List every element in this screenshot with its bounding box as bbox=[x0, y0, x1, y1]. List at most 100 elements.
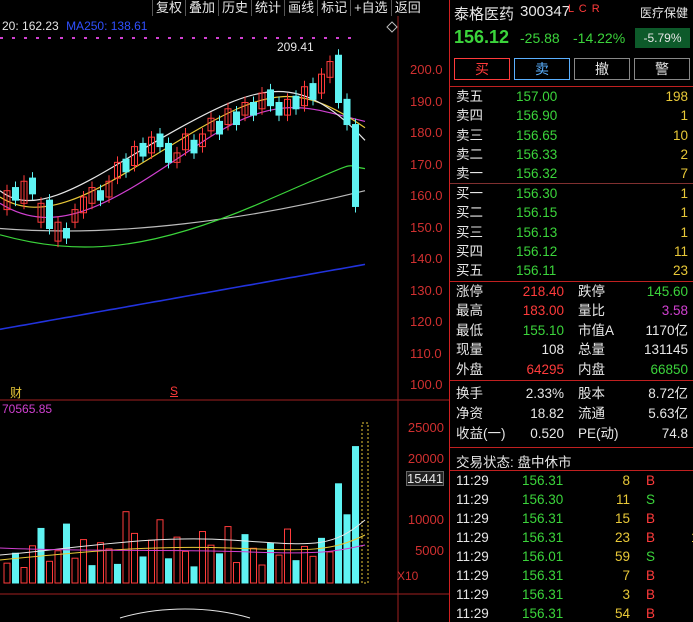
volume-bar bbox=[165, 558, 172, 584]
stats-row: 外盘 64295 内盘 66850 bbox=[454, 360, 692, 379]
asks-row[interactable]: 卖四 156.90 1 bbox=[454, 106, 692, 125]
volume-bar bbox=[54, 550, 62, 584]
price-tick: 200.0 bbox=[410, 62, 443, 77]
bids-volume: 11 bbox=[673, 243, 688, 259]
trade-row[interactable]: 11:29156.3115B5 bbox=[454, 509, 692, 528]
volume-legend: 70565.85 bbox=[2, 402, 53, 416]
sell-button[interactable]: 卖 bbox=[514, 58, 570, 80]
candle-body bbox=[233, 111, 240, 126]
price-tick: 140.0 bbox=[410, 251, 443, 266]
volume-bar bbox=[139, 556, 147, 584]
volume-bar bbox=[250, 547, 257, 584]
bids-price: 156.15 bbox=[516, 205, 558, 221]
fund-value: 8.72亿 bbox=[648, 386, 688, 401]
trade-row[interactable]: 11:29156.317B4 bbox=[454, 566, 692, 585]
candle-body bbox=[343, 98, 351, 126]
asks-price: 156.33 bbox=[516, 146, 558, 162]
cancel-order-button[interactable]: 撤 bbox=[574, 58, 630, 80]
candle-body bbox=[216, 120, 223, 135]
asks-price: 156.32 bbox=[516, 166, 558, 182]
stats-row: 最高 183.00 量比 3.58 bbox=[454, 301, 692, 320]
toolbar-item-6[interactable]: +自选 bbox=[350, 0, 391, 16]
toolbar-item-2[interactable]: 历史 bbox=[218, 0, 251, 16]
ma10-line bbox=[0, 95, 366, 208]
trade-row[interactable]: 11:29156.318B5 bbox=[454, 471, 692, 490]
volume-bar bbox=[284, 528, 291, 584]
stat-value: 3.58 bbox=[661, 303, 688, 319]
candle-body bbox=[275, 102, 283, 116]
asks-row[interactable]: 卖二 156.33 2 bbox=[454, 145, 692, 164]
sector-name[interactable]: 医疗保健 bbox=[640, 4, 688, 21]
kline-chart[interactable] bbox=[0, 0, 449, 622]
fund-label: 流通 bbox=[578, 406, 605, 421]
quote-panel: 泰格医药 300347 L C R 医疗保健 -5.79% 156.12 -25… bbox=[449, 0, 693, 622]
candle-body bbox=[122, 158, 130, 173]
trade-side: S bbox=[646, 549, 656, 564]
asks-row[interactable]: 卖一 156.32 7 bbox=[454, 164, 692, 183]
candle-body bbox=[190, 139, 198, 154]
trade-row[interactable]: 11:29156.3123B10 bbox=[454, 528, 693, 547]
volume-bar bbox=[105, 548, 113, 584]
toolbar-item-4[interactable]: 画线 bbox=[284, 0, 317, 16]
price-tick: 130.0 bbox=[410, 282, 443, 298]
trade-volume: 23 bbox=[614, 530, 630, 545]
toolbar-item-3[interactable]: 统计 bbox=[251, 0, 284, 16]
bids-row[interactable]: 买四 156.12 11 bbox=[454, 242, 692, 261]
trade-price: 156.31 bbox=[522, 530, 564, 545]
candle-body bbox=[156, 133, 164, 148]
financial-event-marker[interactable]: 财 bbox=[10, 384, 22, 401]
trade-row[interactable]: 11:29156.3154B5 bbox=[454, 604, 692, 622]
volume-bar bbox=[71, 557, 79, 584]
toolbar-item-1[interactable]: 叠加 bbox=[185, 0, 218, 16]
trade-price: 156.31 bbox=[522, 606, 564, 621]
bids-row[interactable]: 买二 156.15 1 bbox=[454, 203, 692, 222]
bids-label: 买四 bbox=[456, 243, 483, 259]
asks-price: 157.00 bbox=[516, 89, 558, 104]
bids-price: 156.30 bbox=[516, 186, 558, 201]
bids-volume: 23 bbox=[672, 263, 688, 279]
price-tick: 100.0 bbox=[410, 377, 443, 392]
volume-multiplier: X10 bbox=[397, 569, 419, 583]
ma250-legend: MA250: 138.61 bbox=[66, 19, 148, 33]
candle-body bbox=[63, 228, 70, 239]
price-tick: 190.0 bbox=[410, 93, 443, 109]
volume-bar bbox=[326, 551, 334, 584]
toolbar-item-5[interactable]: 标记 bbox=[317, 0, 350, 16]
candle-body bbox=[29, 177, 36, 195]
fund-row: 净资 18.82 流通 5.63亿 bbox=[454, 404, 692, 423]
toolbar-item-7[interactable]: 返回 bbox=[390, 0, 424, 16]
volume-tick: 5000 bbox=[415, 543, 444, 558]
diamond-icon bbox=[386, 21, 398, 33]
volume-bar bbox=[97, 542, 104, 584]
fund-row: 收益(一) 0.520 PE(动) 74.8 bbox=[454, 424, 692, 443]
bids-price: 156.11 bbox=[516, 263, 557, 279]
bids-row[interactable]: 买一 156.30 1 bbox=[454, 184, 692, 203]
alert-button[interactable]: 警 bbox=[634, 58, 690, 80]
bids-row[interactable]: 买五 156.11 23 bbox=[454, 261, 692, 280]
asks-row[interactable]: 卖五 157.00 198 bbox=[454, 87, 692, 106]
bids-label: 买五 bbox=[456, 263, 483, 279]
trade-row[interactable]: 11:29156.313B2 bbox=[454, 585, 692, 604]
sector-change: -5.79% bbox=[635, 28, 690, 48]
fund-value: 74.8 bbox=[661, 426, 688, 441]
event-s-marker[interactable]: S bbox=[170, 384, 178, 398]
volume-bar bbox=[3, 562, 11, 584]
stock-name: 泰格医药 bbox=[454, 6, 515, 23]
trade-row[interactable]: 11:29156.3011S9 bbox=[454, 490, 692, 509]
volume-bar bbox=[156, 519, 164, 584]
trade-volume: 11 bbox=[615, 492, 630, 507]
volume-tick: 20000 bbox=[407, 451, 444, 466]
stat-value: 1170亿 bbox=[645, 322, 688, 338]
asks-row[interactable]: 卖三 156.65 10 bbox=[454, 126, 692, 145]
volume-bar bbox=[216, 553, 223, 584]
trade-row[interactable]: 11:29156.0159S11 bbox=[454, 547, 693, 566]
volume-bar bbox=[122, 511, 130, 584]
trade-side: S bbox=[646, 492, 656, 507]
candle-body bbox=[309, 83, 317, 100]
candle-body bbox=[46, 199, 53, 229]
bids-row[interactable]: 买三 156.13 1 bbox=[454, 223, 692, 242]
stat-value: 218.40 bbox=[522, 284, 564, 299]
volume-bar bbox=[301, 545, 308, 584]
buy-button[interactable]: 买 bbox=[454, 58, 510, 80]
toolbar-item-0[interactable]: 复权 bbox=[152, 0, 185, 16]
